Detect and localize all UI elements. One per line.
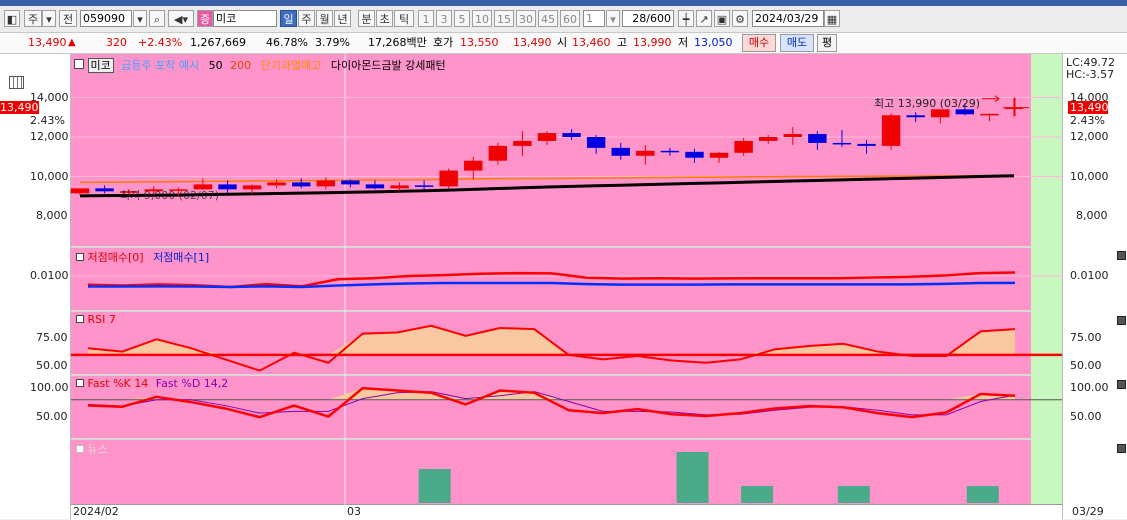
current-pct-left: 2.43%: [30, 114, 65, 127]
ma-200-label: 200: [230, 59, 252, 72]
current-price-badge-left: 13,490: [0, 101, 39, 114]
news-label: 뉴스: [87, 443, 108, 456]
candle-body: [464, 160, 483, 171]
candle-body: [439, 170, 458, 187]
y-tick-12000-left: 12,000: [30, 130, 69, 143]
high-annotation: 최고 13,990 (03/29): [874, 97, 981, 110]
candle-body: [365, 184, 385, 189]
stoch-tick-100-left: 100.00: [30, 381, 69, 394]
candle-body: [488, 145, 508, 161]
fast-k-line: [87, 386, 1016, 419]
future-region: [1031, 54, 1062, 504]
hc-value: HC:-3.57: [1066, 68, 1115, 81]
fast-d-label: Fast %D 14,2: [155, 377, 229, 390]
candle-body: [291, 182, 311, 187]
candle-body: [636, 150, 655, 156]
candle-body: [980, 113, 999, 116]
stoch-tick-50-left: 50.00: [36, 410, 68, 423]
indicator-diamond: 다이아몬드금발 강세패턴: [330, 59, 446, 72]
low-annotation: 최저 9,000 (02/07): [120, 189, 220, 202]
fast-k-label: Fast %K 14: [87, 377, 149, 390]
candle-body: [218, 184, 237, 190]
current-price-badge-right: 13,490: [1068, 101, 1109, 114]
rsi-tick-50-left: 50.00: [36, 359, 68, 372]
candle-body: [611, 147, 630, 156]
rsi-legend: RSI 7: [76, 313, 116, 326]
stock-title: 미코: [87, 58, 114, 73]
candle-body: [881, 115, 901, 146]
legend-box-icon: [76, 379, 84, 387]
ma-50-label: 50: [208, 59, 223, 72]
legend-box-icon: [76, 315, 84, 323]
rsi-tick-50-right: 50.00: [1070, 359, 1102, 372]
stoch-legend: Fast %K 14 Fast %D 14,2: [76, 377, 228, 390]
news-legend: 뉴스: [76, 441, 108, 457]
y-tick-10000-left: 10,000: [30, 170, 69, 183]
candle-body: [513, 140, 532, 146]
close-icon[interactable]: [1117, 316, 1126, 325]
legend-box-icon: [74, 59, 84, 69]
candle-body: [808, 134, 827, 143]
legend-box-icon: [76, 445, 84, 453]
x-label-mid: 03: [347, 505, 361, 518]
candle-body: [95, 188, 114, 192]
candle-body: [660, 150, 680, 153]
fast-d-line: [87, 391, 1016, 416]
panel-legend: 미코 급등주 포착 예시 50 200 단기과열예고 다이아몬드금발 강세패턴: [74, 57, 446, 73]
lowbuy-tick-left: 0.0100: [30, 269, 69, 282]
candle-body: [857, 143, 876, 146]
lowbuy1-label: 저점매수[1]: [153, 251, 210, 264]
candle-body: [242, 185, 262, 190]
candle-body: [316, 180, 336, 187]
candle-body: [734, 140, 753, 153]
candle-body: [70, 188, 90, 194]
stoch-tick-50-right: 50.00: [1070, 410, 1102, 423]
rsi-label: RSI 7: [87, 313, 116, 326]
lowbuy1-line: [88, 281, 1016, 289]
stoch-tick-100-right: 100.00: [1070, 381, 1109, 394]
candle-body: [832, 142, 852, 145]
current-pct-right: 2.43%: [1070, 114, 1105, 127]
y-tick-10000-right: 10,000: [1070, 170, 1109, 183]
lowbuy0-label: 저점매수[0]: [87, 251, 144, 264]
candle-body: [414, 185, 434, 187]
candle-body: [341, 180, 360, 185]
candle-body: [783, 134, 803, 137]
indicator-surge: 급등주 포착 예시: [121, 59, 200, 72]
news-bar: [418, 469, 451, 503]
candle-body: [390, 185, 409, 189]
close-icon[interactable]: [1117, 444, 1126, 453]
candle-body: [586, 137, 606, 148]
candle-body: [267, 182, 286, 186]
indicator-overheat: 단기과열예고: [260, 59, 322, 72]
close-icon[interactable]: [1117, 380, 1126, 389]
y-tick-8000-right: 8,000: [1076, 209, 1108, 222]
candle-body: [562, 133, 581, 137]
news-bar: [966, 486, 999, 503]
candle-body: [906, 115, 925, 118]
candle-body: [709, 152, 729, 158]
legend-box-icon: [76, 253, 84, 261]
lowbuy-legend: 저점매수[0] 저점매수[1]: [76, 249, 209, 265]
x-label-end: 03/29: [1072, 505, 1104, 518]
rsi-tick-75-right: 75.00: [1070, 331, 1102, 344]
y-tick-8000-left: 8,000: [36, 209, 68, 222]
candle-body: [685, 151, 704, 158]
news-bar: [676, 452, 709, 503]
x-label-start: 2024/02: [73, 505, 119, 518]
news-bar: [741, 486, 774, 503]
close-icon[interactable]: [1117, 251, 1126, 260]
news-bar: [837, 486, 870, 503]
rsi-tick-75-left: 75.00: [36, 331, 68, 344]
lowbuy-tick-right: 0.0100: [1070, 269, 1109, 282]
candle-body: [537, 133, 557, 141]
candle-body: [758, 137, 778, 141]
y-tick-12000-right: 12,000: [1070, 130, 1109, 143]
